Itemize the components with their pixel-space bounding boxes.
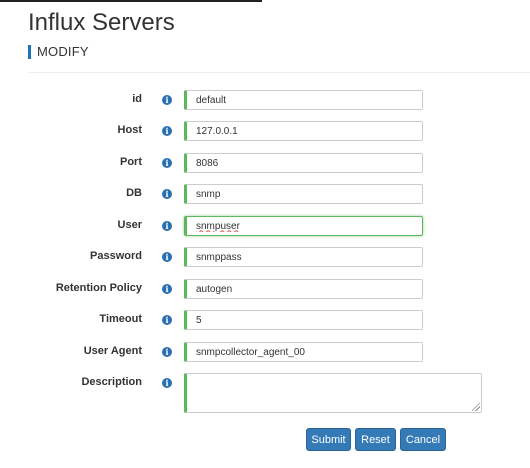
header-divider	[28, 72, 530, 73]
info-circle-icon[interactable]: i	[162, 189, 172, 199]
id-input[interactable]	[184, 90, 423, 110]
info-circle-icon[interactable]: i	[162, 95, 172, 105]
field-row-db: DB i	[0, 184, 530, 206]
subtitle-text: MODIFY	[37, 44, 89, 59]
description-textarea[interactable]	[184, 373, 482, 413]
top-rule	[0, 0, 262, 2]
field-row-host: Host i	[0, 121, 530, 143]
user-agent-input[interactable]	[184, 342, 423, 362]
user-input[interactable]	[184, 216, 423, 236]
timeout-label: Timeout	[99, 313, 142, 325]
info-circle-icon[interactable]: i	[162, 347, 172, 357]
subtitle-accent-bar	[28, 44, 31, 59]
port-input[interactable]	[184, 153, 423, 173]
retention-policy-input[interactable]	[184, 279, 423, 299]
info-circle-icon[interactable]: i	[162, 284, 172, 294]
field-row-user-agent: User Agent i	[0, 342, 530, 364]
field-row-retention-policy: Retention Policy i	[0, 279, 530, 301]
field-row-id: id i	[0, 90, 530, 112]
user-agent-label: User Agent	[83, 345, 142, 357]
info-circle-icon[interactable]: i	[162, 378, 172, 388]
id-label: id	[132, 93, 142, 105]
description-label: Description	[81, 376, 142, 388]
info-circle-icon[interactable]: i	[162, 158, 172, 168]
host-input[interactable]	[184, 121, 423, 141]
field-row-port: Port i	[0, 153, 530, 175]
field-row-password: Password i	[0, 247, 530, 269]
host-label: Host	[117, 124, 142, 136]
cancel-button[interactable]: Cancel	[400, 428, 446, 451]
resize-grip-icon[interactable]	[472, 403, 480, 411]
db-label: DB	[126, 187, 142, 199]
info-circle-icon[interactable]: i	[162, 252, 172, 262]
page-subtitle: MODIFY	[28, 43, 89, 60]
field-row-timeout: Timeout i	[0, 310, 530, 332]
reset-button[interactable]: Reset	[355, 428, 396, 451]
port-label: Port	[120, 156, 142, 168]
timeout-input[interactable]	[184, 310, 423, 330]
db-input[interactable]	[184, 184, 423, 204]
info-circle-icon[interactable]: i	[162, 126, 172, 136]
field-row-user: User i	[0, 216, 530, 238]
info-circle-icon[interactable]: i	[162, 221, 172, 231]
info-circle-icon[interactable]: i	[162, 315, 172, 325]
field-row-description: Description i	[0, 373, 530, 414]
password-input[interactable]	[184, 247, 423, 267]
retention-policy-label: Retention Policy	[55, 282, 142, 294]
submit-button[interactable]: Submit	[306, 428, 351, 451]
page-title: Influx Servers	[28, 9, 175, 36]
password-label: Password	[90, 250, 142, 262]
user-label: User	[117, 219, 142, 231]
